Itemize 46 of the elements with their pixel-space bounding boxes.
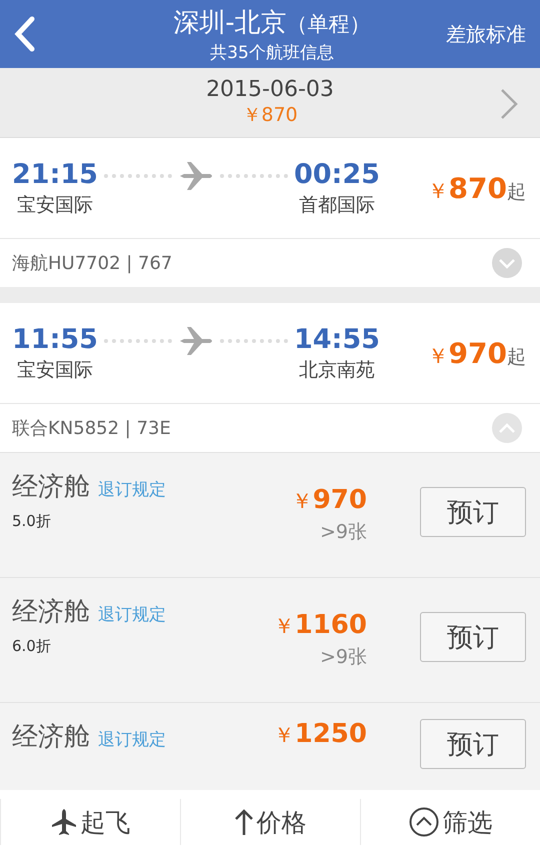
sort-tab[interactable]: 价格 bbox=[180, 799, 360, 845]
flight-date: 2015-06-03 bbox=[206, 77, 334, 102]
book-button[interactable]: 预订 bbox=[420, 487, 526, 537]
chevron-right-icon bbox=[500, 88, 518, 120]
sort-tab[interactable]: 起飞 bbox=[0, 799, 180, 845]
arrival-airport: 首都国际 bbox=[298, 192, 375, 218]
back-icon bbox=[14, 16, 36, 52]
fare-price: ￥1250 bbox=[274, 719, 367, 749]
discount: 5.0折 bbox=[12, 512, 52, 531]
sort-tab[interactable]: 筛选 bbox=[360, 799, 540, 845]
collapse-circle-icon bbox=[408, 807, 438, 837]
expand-toggle-button[interactable] bbox=[492, 248, 522, 278]
chevron-down-icon bbox=[498, 258, 516, 268]
cabin-class: 经济舱 bbox=[12, 721, 90, 754]
plane-icon bbox=[50, 808, 76, 836]
seats-left: >9张 bbox=[320, 520, 367, 545]
book-button[interactable]: 预订 bbox=[420, 719, 526, 769]
lowest-price: ￥870 bbox=[242, 103, 298, 128]
travel-policy-button[interactable]: 差旅标准 bbox=[446, 20, 526, 48]
cabin-class: 经济舱 bbox=[12, 471, 90, 504]
departure-time: 21:15 bbox=[12, 158, 98, 190]
chevron-up-icon bbox=[498, 422, 516, 434]
flight-price: ￥970起 bbox=[428, 336, 526, 370]
flight-count: 共35个航班信息 bbox=[210, 42, 334, 64]
expand-toggle-button[interactable] bbox=[492, 413, 522, 443]
fare-price: ￥970 bbox=[292, 485, 367, 515]
route-title: 深圳-北京 bbox=[173, 6, 287, 40]
arrival-airport: 北京南苑 bbox=[298, 358, 375, 382]
departure-airport: 宝安国际 bbox=[16, 358, 93, 382]
book-button[interactable]: 预订 bbox=[420, 612, 526, 662]
flight-price: ￥870起 bbox=[428, 172, 526, 204]
trip-type: （单程） bbox=[286, 10, 371, 38]
discount: 6.0折 bbox=[12, 637, 52, 656]
arrival-time: 14:55 bbox=[294, 324, 380, 354]
plane-icon bbox=[178, 326, 214, 356]
next-day-button[interactable] bbox=[500, 88, 518, 120]
plane-icon bbox=[178, 161, 214, 191]
fare-price: ￥1160 bbox=[274, 610, 367, 640]
flight-number: 联合KN5852 | 73E bbox=[12, 417, 171, 440]
flight-number: 海航HU7702 | 767 bbox=[12, 252, 172, 275]
departure-airport: 宝安国际 bbox=[16, 192, 93, 218]
departure-time: 11:55 bbox=[12, 324, 98, 354]
arrival-time: 00:25 bbox=[294, 158, 380, 190]
cabin-class: 经济舱 bbox=[12, 596, 90, 629]
arrow-up-icon bbox=[234, 808, 252, 836]
seats-left: >9张 bbox=[320, 645, 367, 670]
